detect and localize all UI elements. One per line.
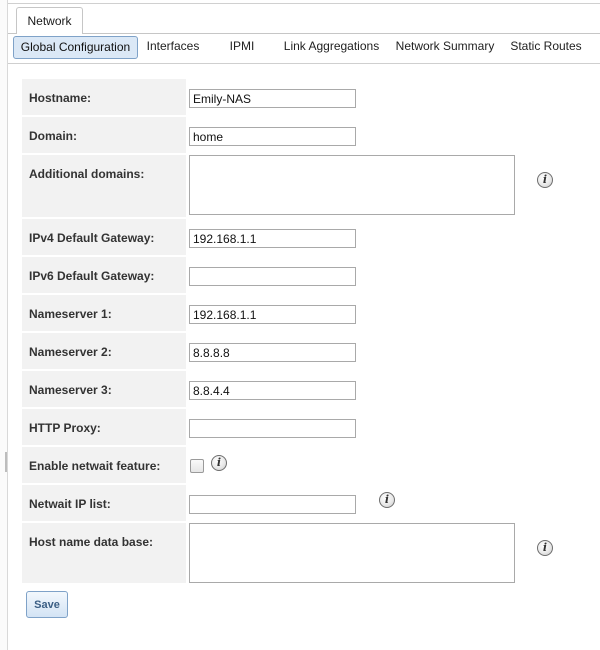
tab-interfaces[interactable]: Interfaces xyxy=(142,36,204,59)
netwait-label: Enable netwait feature: xyxy=(22,447,186,483)
row-hostname: Hostname: xyxy=(22,79,592,117)
additional-domains-textarea[interactable] xyxy=(189,155,515,215)
save-button[interactable]: Save xyxy=(26,591,68,618)
additional-domains-label: Additional domains: xyxy=(22,155,186,217)
row-nameserver-3: Nameserver 3: xyxy=(22,371,592,409)
nameserver-1-input[interactable] xyxy=(189,305,356,324)
info-icon[interactable]: i xyxy=(537,172,553,188)
tab-ipmi[interactable]: IPMI xyxy=(225,36,259,59)
hostname-database-textarea[interactable] xyxy=(189,523,515,583)
row-additional-domains: Additional domains: i xyxy=(22,155,592,219)
info-icon[interactable]: i xyxy=(379,492,395,508)
row-netwait-ip-list: Netwait IP list: i xyxy=(22,485,592,523)
http-proxy-label: HTTP Proxy: xyxy=(22,409,186,445)
row-ipv4-gateway: IPv4 Default Gateway: xyxy=(22,219,592,257)
global-configuration-form: Hostname: Domain: Additional domains: i … xyxy=(22,79,592,585)
row-ipv6-gateway: IPv6 Default Gateway: xyxy=(22,257,592,295)
row-domain: Domain: xyxy=(22,117,592,155)
ipv6-gateway-input[interactable] xyxy=(189,267,356,286)
ipv4-gateway-label: IPv4 Default Gateway: xyxy=(22,219,186,255)
info-icon[interactable]: i xyxy=(537,540,553,556)
nameserver-2-label: Nameserver 2: xyxy=(22,333,186,369)
inner-tab-divider xyxy=(8,63,600,64)
netwait-checkbox[interactable] xyxy=(190,459,204,473)
domain-input[interactable] xyxy=(189,127,356,146)
outer-tab-divider xyxy=(8,33,600,34)
left-panel-edge xyxy=(0,0,8,650)
tab-network[interactable]: Network xyxy=(16,7,83,34)
row-nameserver-2: Nameserver 2: xyxy=(22,333,592,371)
hostname-database-label: Host name data base: xyxy=(22,523,186,583)
ipv4-gateway-input[interactable] xyxy=(189,229,356,248)
nameserver-1-label: Nameserver 1: xyxy=(22,295,186,331)
hostname-input[interactable] xyxy=(189,89,356,108)
row-http-proxy: HTTP Proxy: xyxy=(22,409,592,447)
network-tabs: Global Configuration Interfaces IPMI Lin… xyxy=(13,36,600,60)
http-proxy-input[interactable] xyxy=(189,419,356,438)
nameserver-3-label: Nameserver 3: xyxy=(22,371,186,407)
tab-network-summary[interactable]: Network Summary xyxy=(391,36,499,59)
domain-label: Domain: xyxy=(22,117,186,153)
hostname-label: Hostname: xyxy=(22,79,186,115)
netwait-ip-list-label: Netwait IP list: xyxy=(22,485,186,521)
row-netwait: Enable netwait feature: i xyxy=(22,447,592,485)
splitter-grip[interactable] xyxy=(5,452,7,472)
nameserver-2-input[interactable] xyxy=(189,343,356,362)
info-icon[interactable]: i xyxy=(211,455,227,471)
tab-global-configuration[interactable]: Global Configuration xyxy=(13,36,138,59)
tab-static-routes[interactable]: Static Routes xyxy=(507,36,585,59)
tab-link-aggregations[interactable]: Link Aggregations xyxy=(280,36,383,59)
row-nameserver-1: Nameserver 1: xyxy=(22,295,592,333)
ipv6-gateway-label: IPv6 Default Gateway: xyxy=(22,257,186,293)
top-divider xyxy=(8,3,600,4)
row-hostname-database: Host name data base: i xyxy=(22,523,592,585)
nameserver-3-input[interactable] xyxy=(189,381,356,400)
netwait-ip-list-input[interactable] xyxy=(189,495,356,514)
